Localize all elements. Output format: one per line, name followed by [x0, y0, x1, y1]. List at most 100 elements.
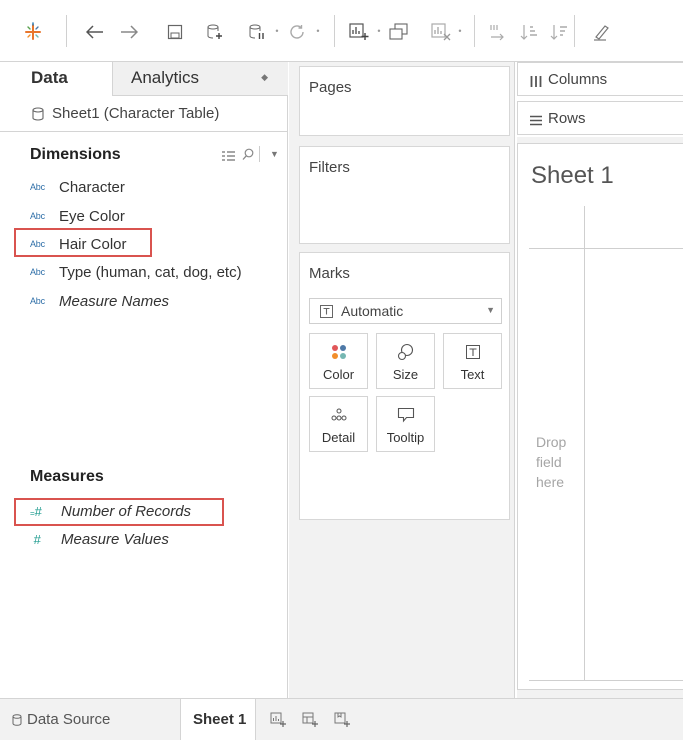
marks-text-label: Text: [460, 367, 485, 382]
chevron-down-icon[interactable]: ▼: [270, 149, 279, 159]
highlight-box-number-of-records: [14, 498, 224, 526]
marks-size-label: Size: [392, 367, 419, 382]
measures-title: Measures: [30, 468, 104, 485]
chevron-down-icon: ▼: [486, 305, 495, 315]
highlight-box-hair-color: [14, 228, 152, 257]
drop-hint-line: field: [536, 454, 562, 470]
drop-field-hint[interactable]: Drop field here: [536, 432, 580, 492]
columns-shelf[interactable]: Columns: [517, 62, 683, 96]
dimension-field-measure-names[interactable]: Abc Measure Names: [30, 290, 169, 312]
highlight-icon[interactable]: [588, 20, 614, 44]
dimension-field-eye-color[interactable]: Abc Eye Color: [30, 205, 125, 227]
toolbar-separator: [574, 15, 575, 47]
filters-card[interactable]: Filters: [299, 146, 510, 244]
field-name: Measure Names: [59, 292, 170, 310]
data-source-tab[interactable]: Data Source: [12, 711, 110, 728]
clear-sheet-icon[interactable]: [428, 20, 454, 44]
sort-descending-icon[interactable]: [546, 20, 572, 44]
field-name: Eye Color: [59, 207, 125, 225]
swap-icon[interactable]: [484, 20, 510, 44]
string-type-icon: Abc: [30, 182, 45, 192]
dimension-field-character[interactable]: Abc Character: [30, 176, 125, 198]
pause-updates-icon[interactable]: [244, 20, 270, 44]
marks-tooltip-button[interactable]: Tooltip: [376, 396, 435, 452]
duplicate-icon[interactable]: [386, 20, 412, 44]
tab-analytics-label: Analytics: [131, 68, 200, 87]
new-datasource-icon[interactable]: [202, 20, 228, 44]
size-icon: [377, 343, 434, 361]
dimensions-title: Dimensions: [30, 146, 121, 163]
field-name: Type (human, cat, dog, etc): [59, 263, 242, 281]
filters-card-title: Filters: [309, 159, 350, 176]
rows-shelf[interactable]: Rows: [517, 101, 683, 135]
marks-card: Marks Automatic ▼ Color Size Text Detail…: [299, 252, 510, 520]
sort-ascending-icon[interactable]: [516, 20, 542, 44]
column-header-divider: [529, 248, 683, 249]
measure-field-measure-values[interactable]: # Measure Values: [30, 528, 169, 550]
toolbar-separator: [474, 15, 475, 47]
datasource-item[interactable]: Sheet1 (Character Table): [0, 96, 288, 132]
marks-size-button[interactable]: Size: [376, 333, 435, 389]
database-icon: [12, 713, 22, 726]
marks-text-button[interactable]: Text: [443, 333, 502, 389]
save-icon[interactable]: [162, 20, 188, 44]
sheet-tab-bar: Data Source Sheet 1: [0, 698, 683, 740]
marks-tooltip-label: Tooltip: [386, 430, 425, 445]
new-story-icon[interactable]: [334, 712, 350, 728]
rows-icon: [530, 113, 542, 129]
search-icon[interactable]: [242, 148, 254, 164]
toolbar-separator: [334, 15, 335, 47]
marks-color-label: Color: [322, 367, 355, 382]
sheet-title: Sheet 1: [531, 162, 614, 189]
tab-analytics[interactable]: Analytics ◆: [112, 62, 288, 96]
chevron-icon: ◆: [261, 72, 268, 82]
toolbar: • • • •: [0, 0, 683, 62]
numeric-type-icon: #: [30, 531, 41, 547]
worksheet-view[interactable]: Sheet 1 Drop field here: [517, 143, 683, 690]
marks-detail-label: Detail: [321, 430, 356, 445]
divider: [259, 146, 260, 162]
pages-card-title: Pages: [309, 79, 352, 96]
toolbar-separator: [66, 15, 67, 47]
tab-data-label: Data: [31, 68, 68, 87]
row-header-divider: [584, 206, 585, 681]
sheet-tab-sheet-1[interactable]: Sheet 1: [180, 699, 256, 740]
data-source-tab-label: Data Source: [27, 711, 111, 728]
drop-hint-line: Drop: [536, 434, 567, 450]
new-worksheet-icon[interactable]: [346, 20, 372, 44]
drop-hint-line: here: [536, 474, 565, 490]
list-view-icon[interactable]: [222, 149, 235, 165]
string-type-icon: Abc: [30, 211, 45, 221]
data-pane: Data Analytics ◆ Sheet1 (Character Table…: [0, 62, 288, 698]
chevron-down-icon[interactable]: •: [455, 25, 465, 37]
rows-label: Rows: [548, 110, 586, 127]
view-bottom-border: [529, 680, 683, 681]
cards-column: Pages Filters Marks Automatic ▼ Color Si…: [289, 62, 515, 698]
detail-icon: [310, 406, 367, 424]
marks-detail-button[interactable]: Detail: [309, 396, 368, 452]
pane-tabs: Data Analytics ◆: [0, 62, 288, 96]
tableau-logo-icon[interactable]: [20, 20, 46, 44]
field-name: Character: [59, 178, 125, 196]
mark-type-dropdown[interactable]: Automatic ▼: [309, 298, 502, 324]
columns-icon: [530, 74, 542, 90]
pages-card[interactable]: Pages: [299, 66, 510, 136]
forward-arrow-icon[interactable]: [116, 20, 142, 44]
chevron-down-icon[interactable]: •: [374, 25, 384, 37]
tooltip-icon: [377, 406, 434, 424]
dimension-field-type[interactable]: Abc Type (human, cat, dog, etc): [30, 261, 242, 283]
mark-type-label: Automatic: [341, 303, 404, 319]
marks-card-title: Marks: [309, 265, 350, 282]
chevron-down-icon[interactable]: •: [272, 25, 282, 37]
chevron-down-icon[interactable]: •: [313, 25, 323, 37]
tab-data[interactable]: Data: [0, 62, 112, 96]
sheet-tab-label: Sheet 1: [193, 711, 247, 728]
string-type-icon: Abc: [30, 267, 45, 277]
back-arrow-icon[interactable]: [82, 20, 108, 44]
datasource-label: Sheet1 (Character Table): [52, 105, 220, 122]
refresh-icon[interactable]: [284, 20, 310, 44]
new-dashboard-icon[interactable]: [302, 712, 318, 728]
new-worksheet-icon[interactable]: [270, 712, 286, 728]
marks-color-button[interactable]: Color: [309, 333, 368, 389]
string-type-icon: Abc: [30, 296, 45, 306]
